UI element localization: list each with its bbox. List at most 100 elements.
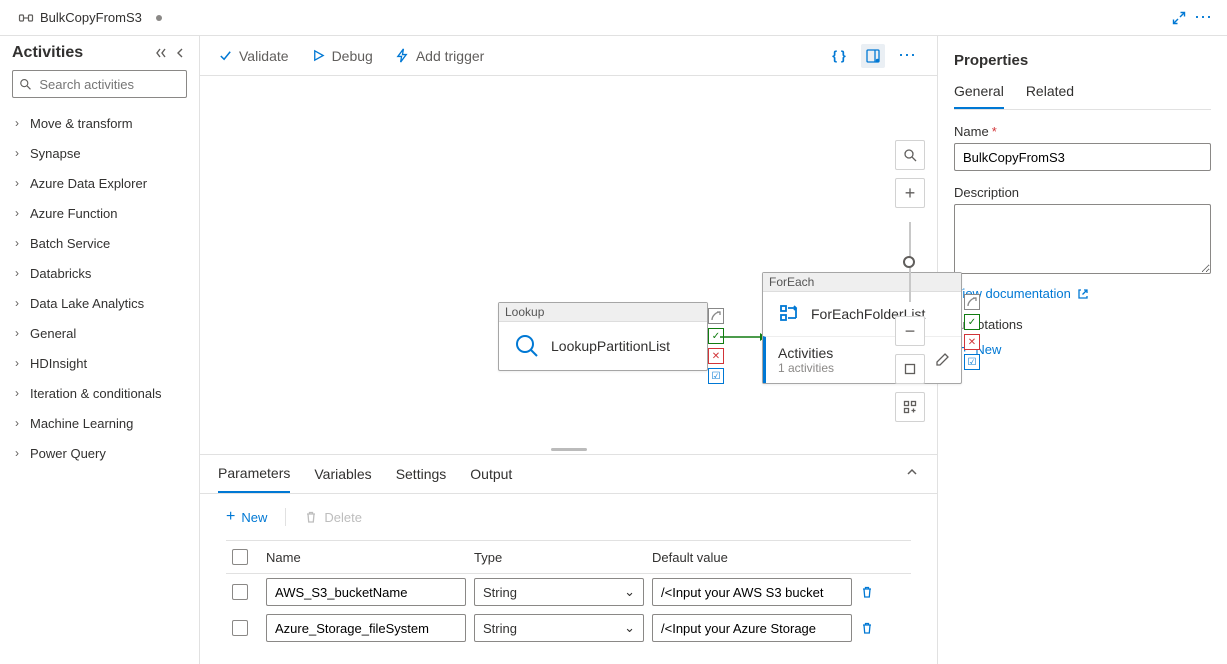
more-icon[interactable]: ⋯ xyxy=(1191,6,1215,30)
connector-skip-icon[interactable] xyxy=(708,308,724,324)
connector-complete-icon[interactable]: ☑ xyxy=(964,354,980,370)
prop-name-input[interactable] xyxy=(954,143,1211,171)
tab-output[interactable]: Output xyxy=(470,466,512,492)
connector-skip-icon[interactable] xyxy=(964,294,980,310)
zoom-slider[interactable] xyxy=(895,216,925,308)
tree-item-hdinsight[interactable]: ›HDInsight xyxy=(12,348,187,378)
debug-button[interactable]: Debug xyxy=(311,48,373,64)
prop-tab-general[interactable]: General xyxy=(954,83,1004,109)
activities-dock-icon[interactable] xyxy=(173,46,187,60)
chevron-right-icon: › xyxy=(12,296,22,310)
pipeline-icon xyxy=(18,10,34,26)
tree-item-iteration-conditionals[interactable]: ›Iteration & conditionals xyxy=(12,378,187,408)
auto-align-icon[interactable] xyxy=(895,392,925,422)
chevron-right-icon: › xyxy=(12,206,22,220)
activities-collapse-icon[interactable] xyxy=(155,46,169,60)
param-row-checkbox[interactable] xyxy=(232,584,248,600)
prop-description-input[interactable] xyxy=(954,204,1211,274)
tab-variables[interactable]: Variables xyxy=(314,466,371,492)
param-delete-row-icon[interactable] xyxy=(860,621,900,635)
connector-success-icon[interactable]: ✓ xyxy=(964,314,980,330)
parameters-table: Name Type Default value String⌄ xyxy=(200,540,937,664)
annotations-heading: Annotations xyxy=(954,317,1211,332)
activities-search[interactable] xyxy=(12,70,187,98)
lookup-node-title: LookupPartitionList xyxy=(551,338,670,354)
pipeline-canvas[interactable]: Lookup LookupPartitionList ✓ ✕ ☑ xyxy=(200,76,937,444)
param-row-checkbox[interactable] xyxy=(232,620,248,636)
tree-item-power-query[interactable]: ›Power Query xyxy=(12,438,187,468)
tab-settings[interactable]: Settings xyxy=(396,466,447,492)
tree-item-general[interactable]: ›General xyxy=(12,318,187,348)
add-annotation-button[interactable]: + New xyxy=(960,340,1211,358)
bolt-icon xyxy=(395,48,410,63)
tree-item-batch-service[interactable]: ›Batch Service xyxy=(12,228,187,258)
param-name-input[interactable] xyxy=(266,614,466,642)
panel-resizer[interactable] xyxy=(200,444,937,454)
chevron-right-icon: › xyxy=(12,146,22,160)
param-delete-row-icon[interactable] xyxy=(860,585,900,599)
foreach-connectors: ✓ ✕ ☑ xyxy=(964,294,980,370)
add-trigger-button[interactable]: Add trigger xyxy=(395,48,484,64)
tab-parameters[interactable]: Parameters xyxy=(218,465,290,493)
param-new-button[interactable]: + New xyxy=(226,508,267,526)
foreach-node-type: ForEach xyxy=(763,273,961,292)
connector-fail-icon[interactable]: ✕ xyxy=(708,348,724,364)
tree-item-machine-learning[interactable]: ›Machine Learning xyxy=(12,408,187,438)
param-default-input[interactable] xyxy=(652,614,852,642)
param-type-select[interactable]: String⌄ xyxy=(474,614,644,642)
plus-icon: + xyxy=(226,508,235,526)
param-default-input[interactable] xyxy=(652,578,852,606)
connector-complete-icon[interactable]: ☑ xyxy=(708,368,724,384)
param-delete-button: Delete xyxy=(304,510,362,525)
param-select-all-checkbox[interactable] xyxy=(232,549,248,565)
validate-button[interactable]: Validate xyxy=(218,48,289,64)
chevron-right-icon: › xyxy=(12,386,22,400)
json-view-icon[interactable]: { } xyxy=(827,44,851,68)
chevron-right-icon: › xyxy=(12,326,22,340)
tree-item-azure-function[interactable]: ›Azure Function xyxy=(12,198,187,228)
trash-icon xyxy=(304,510,318,524)
expand-icon[interactable] xyxy=(1167,6,1191,30)
required-asterisk-icon: * xyxy=(992,124,997,139)
tree-item-azure-data-explorer[interactable]: ›Azure Data Explorer xyxy=(12,168,187,198)
activities-search-input[interactable] xyxy=(37,76,180,93)
activities-panel: Activities ›Move & transform ›Synapse ›A… xyxy=(0,36,200,664)
pipeline-tab-title: BulkCopyFromS3 xyxy=(40,10,142,25)
zoom-fit-icon[interactable] xyxy=(895,354,925,384)
collapse-panel-icon[interactable] xyxy=(905,465,919,479)
prop-tab-related[interactable]: Related xyxy=(1026,83,1074,109)
tree-item-data-lake-analytics[interactable]: ›Data Lake Analytics xyxy=(12,288,187,318)
properties-panel: Properties General Related Name* Descrip… xyxy=(937,36,1227,664)
foreach-activities-count: 1 activities xyxy=(778,361,834,375)
zoom-in-icon[interactable]: + xyxy=(895,178,925,208)
chevron-right-icon: › xyxy=(12,416,22,430)
bottom-panel: Parameters Variables Settings Output + N… xyxy=(200,454,937,664)
canvas-search-icon[interactable] xyxy=(895,140,925,170)
unsaved-dot-icon xyxy=(156,15,162,21)
edit-activities-icon[interactable] xyxy=(935,353,949,367)
play-icon xyxy=(311,48,326,63)
zoom-out-icon[interactable]: − xyxy=(895,316,925,346)
tree-item-move-transform[interactable]: ›Move & transform xyxy=(12,108,187,138)
tree-item-synapse[interactable]: ›Synapse xyxy=(12,138,187,168)
chevron-right-icon: › xyxy=(12,176,22,190)
param-name-input[interactable] xyxy=(266,578,466,606)
chevron-right-icon: › xyxy=(12,236,22,250)
lookup-connectors: ✓ ✕ ☑ xyxy=(708,308,724,384)
foreach-icon xyxy=(777,302,801,326)
foreach-activity-node[interactable]: ForEach ForEachFolderList Activities xyxy=(762,272,962,384)
param-row: String⌄ xyxy=(226,574,911,610)
param-type-select[interactable]: String⌄ xyxy=(474,578,644,606)
tree-item-databricks[interactable]: ›Databricks xyxy=(12,258,187,288)
search-icon xyxy=(19,77,31,91)
lookup-activity-node[interactable]: Lookup LookupPartitionList xyxy=(498,302,708,371)
external-link-icon xyxy=(1077,288,1089,300)
properties-panel-toggle-icon[interactable] xyxy=(861,44,885,68)
canvas-more-icon[interactable]: ⋯ xyxy=(895,44,919,68)
chevron-down-icon: ⌄ xyxy=(624,584,635,600)
pipeline-tab[interactable]: BulkCopyFromS3 xyxy=(12,6,168,30)
connector-fail-icon[interactable]: ✕ xyxy=(964,334,980,350)
lookup-icon xyxy=(513,332,541,360)
properties-heading: Properties xyxy=(954,52,1211,69)
chevron-right-icon: › xyxy=(12,116,22,130)
